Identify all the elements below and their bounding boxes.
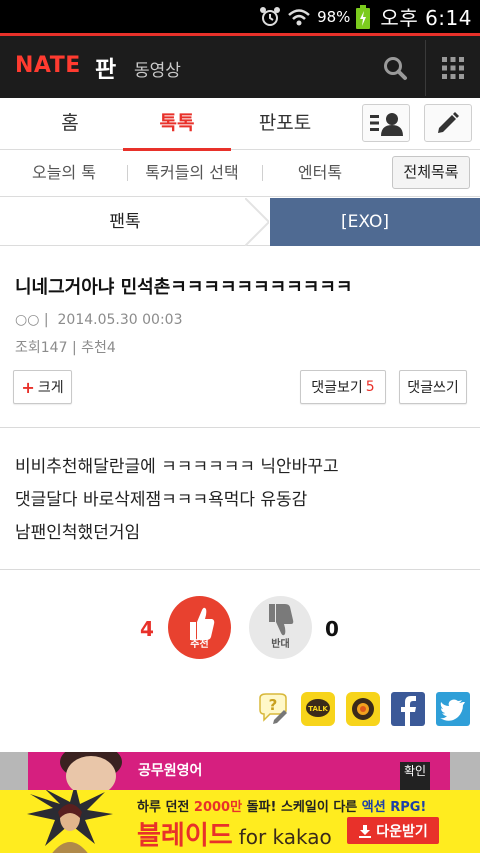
- font-bigger-button[interactable]: + 크게: [13, 370, 72, 404]
- kakaotalk-icon[interactable]: TALK: [301, 692, 335, 726]
- alarm-icon: [260, 6, 281, 26]
- article-title: 니네그거아냐 민석촌ㅋㅋㅋㅋㅋㅋㅋㅋㅋㅋㅋ: [15, 277, 353, 298]
- body-line: 남팬인척했던거임: [15, 523, 141, 543]
- view-comments-button[interactable]: 댓글보기 5: [300, 370, 386, 404]
- ad-banner-english[interactable]: 공무원영어 확인: [0, 752, 480, 790]
- share-bar: ? TALK: [256, 692, 470, 726]
- upvote-label: 추천: [190, 639, 209, 650]
- breadcrumb-board[interactable]: 팬톡: [0, 198, 270, 246]
- user-list-icon: [370, 113, 403, 136]
- video-link[interactable]: 동영상: [134, 56, 181, 81]
- views-count: 147: [40, 340, 68, 356]
- recommend-label: 추천: [81, 340, 107, 356]
- ad-model-face: [66, 756, 116, 790]
- ad-banner-blade[interactable]: 하루 던전 2000만 돌파! 스케일이 다른 액션 RPG! 블레이드 for …: [0, 790, 480, 853]
- divider: [0, 427, 480, 428]
- ad-download-label: 다운받기: [376, 823, 428, 840]
- app-header: NATE 판 동영상: [0, 33, 480, 98]
- article-stats: 조회147 | 추천4: [15, 337, 116, 357]
- status-bar: 98% 오후 6:14: [0, 0, 480, 33]
- ad-confirm-button[interactable]: 확인: [400, 762, 430, 790]
- grid-menu-icon: [442, 57, 464, 79]
- views-label: 조회: [15, 340, 41, 356]
- breadcrumb-arrow-icon: [245, 198, 269, 246]
- search-button[interactable]: [370, 46, 420, 90]
- tab-home[interactable]: 홈: [30, 98, 110, 150]
- subtab-tokker-choice[interactable]: 톡커들의 선택: [136, 151, 248, 195]
- menu-grid-button[interactable]: [430, 46, 476, 90]
- download-icon: [359, 824, 372, 838]
- pan-section-title[interactable]: 판: [95, 50, 116, 84]
- subtab-separator: [262, 165, 263, 181]
- view-comments-label: 댓글보기: [311, 380, 363, 396]
- ad-game-title: 블레이드 for kakao: [137, 815, 332, 852]
- ad-download-button[interactable]: 다운받기: [347, 817, 439, 844]
- wifi-icon: [288, 8, 310, 25]
- breadcrumb: [EXO] 팬톡: [0, 198, 480, 246]
- article-body: 비비추천해달란글에 ㅋㅋㅋㅋㅋㅋ 닉안바꾸고 댓글달다 바로삭제잼ㅋㅋㅋ욕먹다 …: [15, 451, 465, 550]
- game-character-image: [27, 790, 113, 853]
- facebook-icon[interactable]: [391, 692, 425, 726]
- ad-text: 공무원영어: [138, 763, 203, 779]
- write-comment-button[interactable]: 댓글쓰기: [399, 370, 467, 404]
- ad-tagline: 하루 던전 2000만 돌파! 스케일이 다른 액션 RPG!: [137, 796, 426, 815]
- plus-icon: +: [21, 377, 35, 397]
- kakaostory-icon[interactable]: [346, 692, 380, 726]
- meta-separator: |: [43, 312, 54, 328]
- ad-edge: [0, 752, 28, 790]
- subtab-today[interactable]: 오늘의 톡: [18, 151, 110, 195]
- ad-tagline-highlight: 액션 RPG!: [361, 800, 427, 815]
- subtab-separator: [127, 165, 128, 181]
- tab-panphoto[interactable]: 판포토: [245, 98, 325, 150]
- sub-tabs: 오늘의 톡 톡커들의 선택 엔터톡 전체목록: [0, 151, 480, 197]
- downvote-label: 반대: [271, 639, 290, 650]
- all-list-button[interactable]: 전체목록: [392, 156, 470, 189]
- ad-kakao-text: for kakao: [238, 825, 332, 849]
- meta-separator: |: [71, 340, 77, 356]
- comment-count: 5: [365, 379, 375, 395]
- battery-percent: 98%: [317, 7, 351, 26]
- ad-tagline-highlight: 2000만: [193, 800, 243, 815]
- ad-tagline-part: 돌파! 스케일이 다른: [242, 800, 362, 815]
- clock: 오후 6:14: [380, 6, 472, 30]
- nate-logo[interactable]: NATE: [15, 53, 81, 78]
- divider: [0, 569, 480, 570]
- recommend-count: 4: [106, 340, 116, 356]
- ad-edge: [450, 752, 480, 790]
- header-divider: [425, 40, 426, 96]
- font-bigger-label: 크게: [37, 380, 64, 396]
- search-icon: [384, 57, 407, 80]
- breadcrumb-category[interactable]: [EXO]: [250, 198, 480, 246]
- downvote-count: 0: [325, 617, 339, 641]
- twitter-icon[interactable]: [436, 692, 470, 726]
- ad-tagline-part: 하루 던전: [137, 800, 194, 815]
- upvote-button[interactable]: 추천: [168, 596, 231, 659]
- battery-charging-icon: [356, 4, 371, 29]
- body-line: 댓글달다 바로삭제잼ㅋㅋㅋ욕먹다 유동감: [15, 490, 308, 510]
- subtab-enter[interactable]: 엔터톡: [282, 151, 358, 195]
- pencil-icon: [438, 112, 459, 133]
- body-line: 비비추천해달란글에 ㅋㅋㅋㅋㅋㅋ 닉안바꾸고: [15, 457, 339, 477]
- upvote-count: 4: [140, 617, 154, 641]
- write-post-button[interactable]: [424, 104, 472, 142]
- post-date: 2014.05.30 00:03: [57, 312, 183, 328]
- svg-text:?: ?: [269, 696, 278, 714]
- article-author-date: ○○ | 2014.05.30 00:03: [15, 312, 182, 328]
- author-name[interactable]: ○○: [15, 312, 39, 328]
- svg-text:TALK: TALK: [308, 705, 328, 713]
- main-tabs: 홈 톡톡 판포토: [0, 98, 480, 151]
- ad-title-text: 블레이드: [137, 821, 233, 851]
- tab-toktok[interactable]: 톡톡: [123, 98, 231, 151]
- my-page-button[interactable]: [362, 104, 410, 142]
- qna-icon[interactable]: ?: [256, 692, 290, 726]
- downvote-button[interactable]: 반대: [249, 596, 312, 659]
